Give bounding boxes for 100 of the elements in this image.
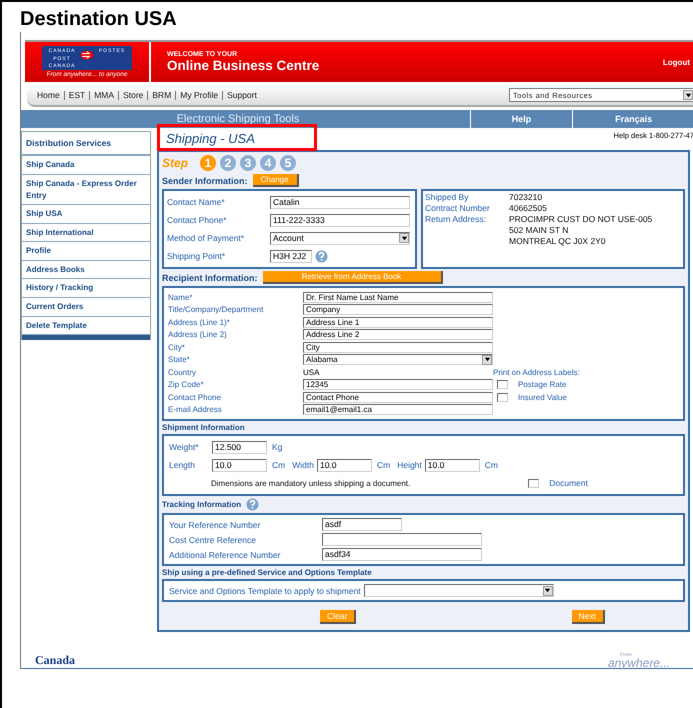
input-field[interactable]: Company <box>303 304 493 316</box>
select-field[interactable]: Account <box>270 232 410 244</box>
input-field[interactable]: 12345 <box>303 379 493 390</box>
field-label: Service and Options Template to apply to shipment <box>169 586 361 596</box>
input-field[interactable]: asdf34 <box>322 548 482 561</box>
nav-link[interactable]: Home <box>37 90 60 100</box>
input-field[interactable]: 10.0 <box>424 458 480 472</box>
input-field[interactable] <box>322 533 482 546</box>
field-label: Contact Phone <box>168 392 222 402</box>
detail-label: Contract Number <box>425 203 491 214</box>
unit-label: Kg <box>272 442 282 452</box>
detail-value: PROCIMPR CUST DO NOT USE-005 <box>509 214 652 225</box>
field-label: Your Reference Number <box>169 520 262 530</box>
dropdown-arrow-icon <box>683 90 693 100</box>
nav-link[interactable]: EST <box>64 90 86 100</box>
detail-value: 7023210 <box>509 192 542 203</box>
language-link[interactable]: Français <box>572 110 693 128</box>
field-label: Shipping Point* <box>167 251 226 261</box>
detail-value: MONTREAL QC J0X 2Y0 <box>509 236 606 247</box>
section-title: Tracking Information <box>162 500 242 509</box>
checkbox-label: Document <box>549 478 588 488</box>
page-title: Shipping - USA <box>157 124 317 151</box>
field-label: Method of Payment* <box>167 233 246 243</box>
print-labels-heading: Print on Address Labels: <box>493 368 581 377</box>
sidebar-item[interactable]: History / Tracking <box>22 279 150 298</box>
input-field[interactable]: 111-222-3333 <box>270 214 410 226</box>
unit-label: Cm <box>272 460 286 470</box>
input-field[interactable]: asdf <box>322 518 402 531</box>
note-text: Dimensions are mandatory unless shipping a document. <box>211 478 410 488</box>
unit-label: Cm <box>484 460 498 470</box>
field-label: Length <box>169 460 196 470</box>
input-field[interactable]: 10.0 <box>316 458 372 472</box>
input-field[interactable]: Address Line 2 <box>303 329 493 340</box>
sidebar-item[interactable]: Address Books <box>22 260 150 280</box>
input-field[interactable]: City <box>303 342 493 353</box>
canada-wordmark: Canada <box>35 653 76 668</box>
help-icon[interactable] <box>246 498 260 511</box>
field-label: Address (Line 2) <box>168 330 228 340</box>
checkbox[interactable] <box>528 478 540 488</box>
input-field[interactable]: Contact Phone <box>303 392 493 403</box>
field-label: Additional Reference Number <box>169 550 282 560</box>
select-field[interactable] <box>364 584 554 597</box>
section-title: Recipient Information: <box>162 272 258 282</box>
checkbox-label: Insured Value <box>518 392 567 402</box>
input-field[interactable]: H3H 2J2 <box>270 250 312 262</box>
field-label: Name* <box>168 292 194 302</box>
page-heading: Destination USA <box>19 7 178 32</box>
nav-link[interactable]: Store <box>118 90 144 100</box>
sidebar-item[interactable]: Profile <box>22 242 150 261</box>
dropdown-arrow-icon <box>399 233 409 243</box>
section-title: Shipment Information <box>162 423 246 432</box>
detail-value: 40662505 <box>509 203 547 214</box>
detail-label: Return Address: <box>425 214 487 225</box>
field-label: Zip Code* <box>168 380 205 390</box>
detail-label: Shipped By <box>425 192 470 203</box>
input-field[interactable]: 10.0 <box>212 458 267 472</box>
sidebar-item[interactable]: Ship Canada <box>22 156 150 175</box>
nav-link[interactable]: My Profile <box>175 90 218 100</box>
logout-link[interactable]: Logout <box>662 58 693 66</box>
field-label: Contact Phone* <box>167 215 228 225</box>
nav-link[interactable]: Support <box>222 90 257 100</box>
site-title: Online Business Centre <box>167 58 320 73</box>
step-label: Step <box>162 156 188 170</box>
field-label: Width <box>292 460 314 470</box>
field-label: E-mail Address <box>168 405 223 414</box>
detail-value: 502 MAIN ST N <box>509 225 568 236</box>
field-label: Height <box>397 460 422 470</box>
input-field[interactable]: Catalin <box>270 196 410 208</box>
sidebar-item[interactable]: Current Orders <box>22 298 150 317</box>
sidebar-item[interactable]: Ship International <box>22 224 150 242</box>
dropdown-arrow-icon <box>542 586 553 596</box>
field-label: City* <box>168 342 186 352</box>
section-title: Ship using a pre-defined Service and Options Template <box>162 568 373 577</box>
checkbox[interactable] <box>497 392 508 402</box>
field-label: Contact Name* <box>167 197 226 207</box>
sidebar-item[interactable]: Ship Canada - Express Order Entry <box>22 174 150 206</box>
help-icon[interactable] <box>315 250 328 262</box>
select-field[interactable]: Alabama <box>303 354 493 366</box>
input-field[interactable]: 12.500 <box>212 440 267 454</box>
input-field[interactable]: Dr. First Name Last Name <box>303 292 493 303</box>
field-value: USA <box>303 368 320 377</box>
input-field[interactable]: Address Line 1 <box>303 316 493 328</box>
toolbar-title: Electronic Shipping Tools <box>176 113 300 125</box>
nav-link[interactable]: MMA <box>89 90 114 100</box>
field-label: Weight* <box>169 442 200 452</box>
input-field[interactable]: email1@email1.ca <box>303 404 493 416</box>
help-link[interactable]: Help <box>470 110 572 128</box>
unit-label: Cm <box>376 460 390 470</box>
field-label: Country <box>168 368 198 377</box>
checkbox-label: Postage Rate <box>518 380 566 390</box>
section-title: Sender Information: <box>162 176 248 186</box>
field-label: Title/Company/Department <box>168 305 264 314</box>
sidebar-heading[interactable]: Distribution Services <box>22 132 150 156</box>
nav-link[interactable]: BRM <box>147 90 172 100</box>
field-label: Address (Line 1)* <box>168 318 231 327</box>
checkbox[interactable] <box>497 380 508 390</box>
field-label: State* <box>168 355 191 364</box>
footer-tagline: anywhere... <box>608 658 670 668</box>
field-label: Cost Centre Reference <box>169 534 257 544</box>
sidebar-item[interactable]: Ship USA <box>22 205 150 224</box>
